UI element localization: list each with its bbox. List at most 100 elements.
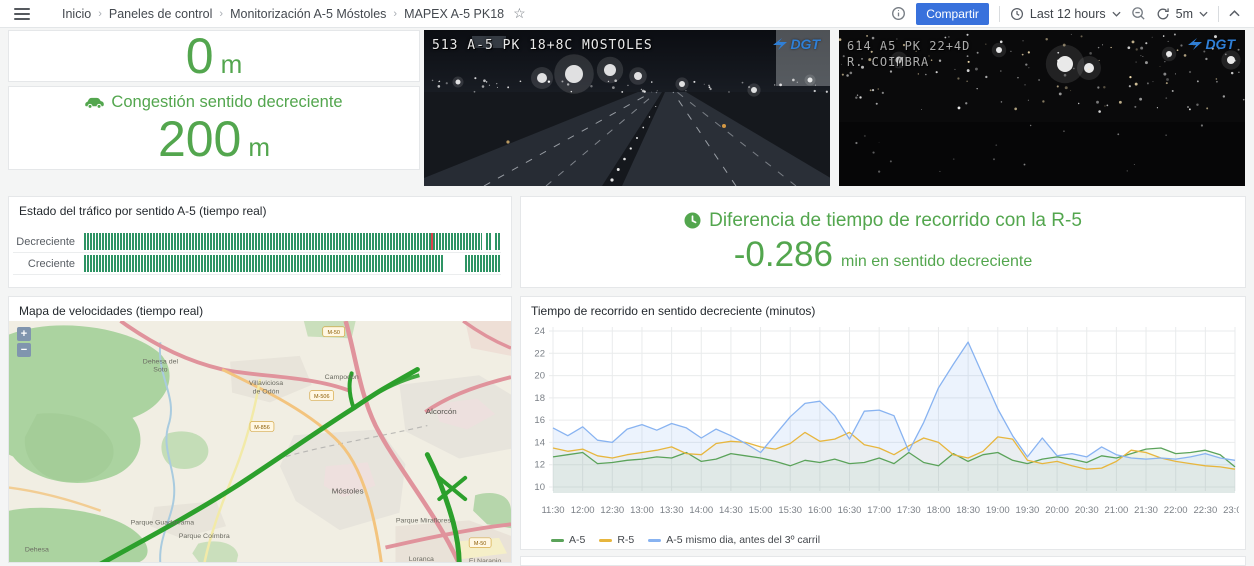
panel-next-row [520,556,1246,566]
panel-title: Estado del tráfico por sentido A-5 (tiem… [19,204,267,218]
panel-congestion-decreciente: Congestión sentido decreciente 200 m [8,86,420,170]
strip-label: Creciente [27,257,75,270]
legend-item[interactable]: R-5 [599,534,634,546]
breadcrumb-separator: › [219,7,224,20]
breadcrumb-item-monitorizacion[interactable]: Monitorización A-5 Móstoles [230,7,386,21]
share-button[interactable]: Compartir [916,2,989,25]
breadcrumb-separator: › [98,7,102,20]
map-label: Parque Miraflores [396,517,451,524]
panel-title: Mapa de velocidades (tiempo real) [19,304,204,318]
traffic-segment-green [84,233,431,250]
traffic-strip-row: Decreciente [13,231,501,253]
chevron-down-icon [1199,11,1208,17]
svg-text:M-50: M-50 [474,541,486,547]
travel-time-chart[interactable]: 10 12 14 16 18 20 22 24 11:30 12:00 12:30 13:00 13:3… [525,321,1239,533]
dgt-arrow-icon [1188,38,1203,50]
breadcrumb-item-paneles[interactable]: Paneles de control [109,7,213,21]
svg-text:M-50: M-50 [327,330,339,336]
legend-label: R-5 [617,534,635,546]
legend-label: A-5 mismo dia, antes del 3º carril [666,534,821,546]
traffic-segment-green [433,233,483,250]
road-shield: M-506 [309,390,335,401]
time-range-picker[interactable]: Last 12 hours [1010,7,1121,21]
legend-item[interactable]: A-5 [551,534,585,546]
svg-text:13:30: 13:30 [660,505,684,516]
svg-text:15:30: 15:30 [778,505,802,516]
clock-icon [1010,7,1023,20]
road-shield: M-50 [322,326,345,337]
legend-swatch [648,538,662,542]
legend-swatch [599,538,613,542]
svg-text:19:30: 19:30 [1016,505,1040,516]
svg-text:12: 12 [534,460,545,471]
refresh-interval-label: 5m [1175,6,1193,21]
diferencia-suffix: min en sentido decreciente [841,252,1033,270]
stat-title: Congestión sentido decreciente [111,93,343,111]
map-label: Alcorcón [426,407,457,416]
traffic-segment-green [495,233,501,250]
breadcrumb-item-current: MAPEX A-5 PK18 [404,6,505,21]
speed-map[interactable]: Dehesa del Soto Villaviciosa de Odón Cam… [9,321,511,563]
panel-diferencia-tiempo: Diferencia de tiempo de recorrido con la… [520,196,1246,288]
breadcrumb-separator: › [393,7,398,20]
traffic-strip-row: Creciente [13,253,501,275]
svg-text:14:30: 14:30 [719,505,743,516]
svg-text:22:00: 22:00 [1164,505,1188,516]
svg-text:16: 16 [534,415,545,426]
menu-icon[interactable] [14,7,30,21]
legend-label: A-5 [569,534,586,546]
svg-text:16:30: 16:30 [838,505,862,516]
svg-text:12:00: 12:00 [571,505,595,516]
map-label: Parque Coímbra [179,533,230,540]
svg-text:19:00: 19:00 [986,505,1010,516]
map-label: Parque Guadarrama [131,519,195,526]
map-label: Villaviciosa [249,380,283,387]
divider [1218,5,1219,22]
dgt-logo: DGT [773,36,820,52]
svg-text:13:00: 13:00 [630,505,654,516]
dgt-logo: DGT [1188,36,1235,52]
svg-text:18:30: 18:30 [956,505,980,516]
clock-icon [684,212,701,229]
svg-text:11:30: 11:30 [541,505,564,516]
map-label: Loranca [409,556,434,563]
panel-estado-trafico: Estado del tráfico por sentido A-5 (tiem… [8,196,512,288]
star-icon[interactable]: ☆ [513,5,526,22]
legend-item[interactable]: A-5 mismo dia, antes del 3º carril [648,534,820,546]
panel-congestion-prev: 0 m [8,30,420,82]
stat-unit: m [220,49,243,79]
camera-overlay-text: 614 A5 PK 22+4D R. COIMBRA [847,39,971,70]
diferencia-title: Diferencia de tiempo de recorrido con la… [709,209,1082,231]
strip-track [84,255,501,272]
map-zoom-out-button[interactable]: − [17,343,31,357]
map-zoom-in-button[interactable]: + [17,327,31,341]
refresh-picker[interactable]: 5m [1156,7,1208,21]
map-label: Soto [153,366,167,373]
strip-track [84,233,501,250]
breadcrumb-item-inicio[interactable]: Inicio [62,7,91,21]
map-label: El Naranjo [469,558,502,563]
panel-title: Tiempo de recorrido en sentido decrecien… [531,304,816,318]
svg-text:20:30: 20:30 [1075,505,1099,516]
camera-overlay-text: 513 A-5 PK 18+8C MOSTOLES [432,38,653,53]
svg-text:14:00: 14:00 [689,505,713,516]
svg-text:17:00: 17:00 [867,505,891,516]
panel-camera-mostoles: 513 A-5 PK 18+8C MOSTOLES DGT [424,30,830,186]
svg-text:18:00: 18:00 [927,505,951,516]
svg-text:12:30: 12:30 [600,505,624,516]
svg-text:22: 22 [534,348,545,359]
map-label: Dehesa [25,546,49,553]
road-shield: M-856 [249,421,275,432]
camera-image-night-highway [424,30,830,186]
svg-text:M-506: M-506 [314,394,329,400]
stat-value: 0 [185,28,214,84]
collapse-chevron-icon[interactable] [1229,10,1240,17]
svg-text:16:00: 16:00 [808,505,832,516]
panel-mapa-velocidades: Mapa de velocidades (tiempo real) + − De… [8,296,512,563]
zoom-out-icon[interactable] [1131,6,1146,21]
panel-info-icon[interactable] [891,6,906,21]
chevron-down-icon [1112,11,1121,17]
traffic-segment-green [485,233,491,250]
road-shield: M-50 [468,537,492,548]
map-label: Dehesa del [143,359,179,366]
